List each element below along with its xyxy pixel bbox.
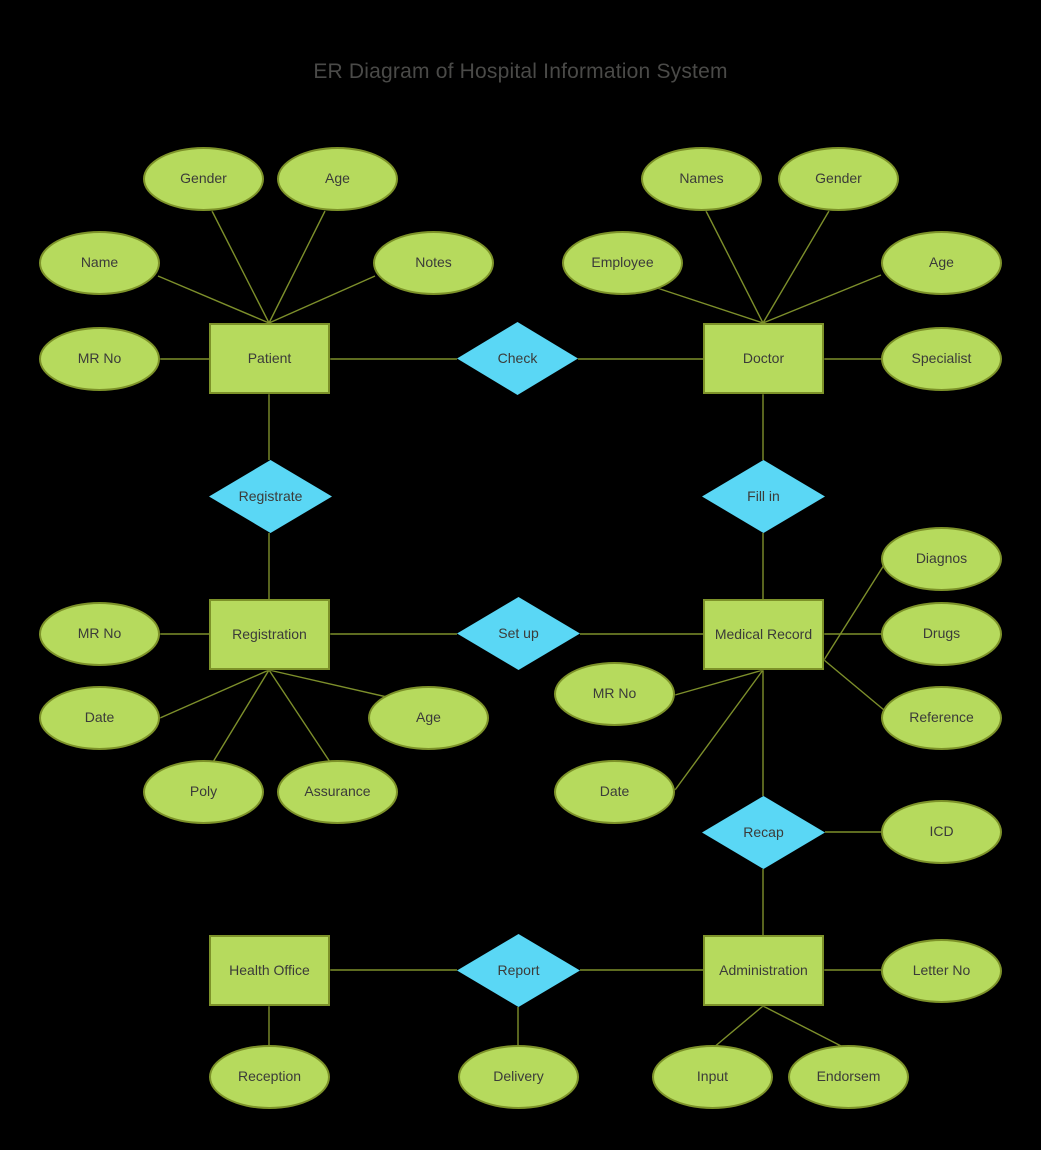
label-doctor_age: Age	[929, 254, 954, 271]
relationship-check[interactable]: Check	[457, 322, 578, 395]
entity-administration[interactable]: Administration	[703, 935, 824, 1006]
attribute-mr_diagnos[interactable]: Diagnos	[881, 527, 1002, 591]
relationship-recap[interactable]: Recap	[702, 796, 825, 869]
attribute-patient_notes[interactable]: Notes	[373, 231, 494, 295]
label-health_office: Health Office	[229, 961, 310, 978]
label-registration_assurance: Assurance	[304, 783, 371, 800]
attribute-patient_name[interactable]: Name	[39, 231, 160, 295]
relationship-fill_in[interactable]: Fill in	[702, 460, 825, 533]
label-registration_poly: Poly	[189, 783, 218, 800]
label-registration_age: Age	[416, 709, 441, 726]
edge-medical_record-to-mr_reference	[823, 659, 885, 711]
relationship-set_up[interactable]: Set up	[457, 597, 580, 670]
attribute-registration_assurance[interactable]: Assurance	[277, 760, 398, 824]
label-registration_date: Date	[84, 709, 115, 726]
attribute-doctor_age[interactable]: Age	[881, 231, 1002, 295]
edge-patient_name-to-patient	[157, 275, 270, 324]
label-patient: Patient	[247, 349, 292, 366]
edge-doctor_employee-to-doctor	[647, 284, 764, 324]
edge-registration-to-registration_assurance	[268, 669, 331, 763]
label-set_up: Set up	[498, 624, 539, 641]
label-report: Report	[497, 961, 540, 978]
entity-doctor[interactable]: Doctor	[703, 323, 824, 394]
entity-medical_record[interactable]: Medical Record	[703, 599, 824, 670]
er-diagram-canvas: ER Diagram of Hospital Information Syste…	[0, 0, 1041, 1150]
attribute-mr_date[interactable]: Date	[554, 760, 675, 824]
label-doctor_specialist: Specialist	[911, 350, 972, 367]
label-admin_endorsem: Endorsem	[816, 1068, 881, 1085]
edge-patient_age-to-patient	[268, 210, 326, 324]
label-medical_record: Medical Record	[714, 625, 813, 642]
attribute-admin_input[interactable]: Input	[652, 1045, 773, 1109]
label-mr_date: Date	[599, 783, 630, 800]
attribute-registration_date[interactable]: Date	[39, 686, 160, 750]
label-admin_letterno: Letter No	[912, 962, 971, 979]
label-reception: Reception	[237, 1068, 302, 1085]
label-patient_gender: Gender	[180, 170, 227, 187]
label-doctor_names: Names	[679, 170, 724, 187]
attribute-icd[interactable]: ICD	[881, 800, 1002, 864]
edge-registration-to-registration_poly	[212, 669, 270, 763]
edge-registration-to-registration_age	[268, 669, 401, 701]
edge-patient_gender-to-patient	[211, 210, 270, 324]
label-check: Check	[497, 349, 538, 366]
attribute-registration_mrno[interactable]: MR No	[39, 602, 160, 666]
attribute-mr_reference[interactable]: Reference	[881, 686, 1002, 750]
label-patient_name: Name	[80, 254, 119, 271]
attribute-patient_age[interactable]: Age	[277, 147, 398, 211]
label-recap: Recap	[743, 823, 784, 840]
label-fill_in: Fill in	[747, 487, 780, 504]
label-registration_mrno: MR No	[77, 625, 122, 642]
label-mr_diagnos: Diagnos	[915, 550, 968, 567]
label-icd: ICD	[929, 823, 954, 840]
edge-medical_record-to-mr_mrno	[674, 669, 764, 696]
edge-doctor_age-to-doctor	[762, 274, 882, 324]
edge-patient_notes-to-patient	[268, 275, 376, 324]
edge-administration-to-admin_endorsem	[762, 1005, 846, 1049]
edge-registration-to-registration_date	[159, 669, 270, 719]
entity-patient[interactable]: Patient	[209, 323, 330, 394]
edge-doctor_gender-to-doctor	[762, 210, 830, 324]
attribute-registration_poly[interactable]: Poly	[143, 760, 264, 824]
attribute-delivery[interactable]: Delivery	[458, 1045, 579, 1109]
attribute-mr_mrno[interactable]: MR No	[554, 662, 675, 726]
edge-doctor_names-to-doctor	[705, 210, 764, 324]
label-patient_mrno: MR No	[77, 350, 122, 367]
edge-medical_record-to-mr_diagnos	[823, 564, 885, 661]
attribute-admin_endorsem[interactable]: Endorsem	[788, 1045, 909, 1109]
attribute-doctor_employee[interactable]: Employee	[562, 231, 683, 295]
label-doctor: Doctor	[742, 349, 785, 366]
attribute-doctor_gender[interactable]: Gender	[778, 147, 899, 211]
attribute-patient_mrno[interactable]: MR No	[39, 327, 160, 391]
label-registrate: Registrate	[238, 487, 303, 504]
attribute-mr_drugs[interactable]: Drugs	[881, 602, 1002, 666]
label-mr_reference: Reference	[909, 709, 974, 726]
label-admin_input: Input	[696, 1068, 729, 1085]
label-patient_notes: Notes	[415, 254, 452, 271]
label-doctor_gender: Gender	[815, 170, 862, 187]
attribute-patient_gender[interactable]: Gender	[143, 147, 264, 211]
attribute-registration_age[interactable]: Age	[368, 686, 489, 750]
attribute-admin_letterno[interactable]: Letter No	[881, 939, 1002, 1003]
edge-administration-to-admin_input	[712, 1005, 764, 1049]
label-patient_age: Age	[325, 170, 350, 187]
entity-registration[interactable]: Registration	[209, 599, 330, 670]
label-mr_mrno: MR No	[592, 685, 637, 702]
relationship-registrate[interactable]: Registrate	[209, 460, 332, 533]
relationship-report[interactable]: Report	[457, 934, 580, 1007]
attribute-reception[interactable]: Reception	[209, 1045, 330, 1109]
label-administration: Administration	[719, 961, 808, 978]
entity-health_office[interactable]: Health Office	[209, 935, 330, 1006]
label-doctor_employee: Employee	[591, 254, 654, 271]
attribute-doctor_specialist[interactable]: Specialist	[881, 327, 1002, 391]
label-mr_drugs: Drugs	[922, 625, 961, 642]
label-delivery: Delivery	[493, 1068, 544, 1085]
attribute-doctor_names[interactable]: Names	[641, 147, 762, 211]
label-registration: Registration	[232, 625, 307, 642]
edge-medical_record-to-mr_date	[674, 669, 764, 791]
